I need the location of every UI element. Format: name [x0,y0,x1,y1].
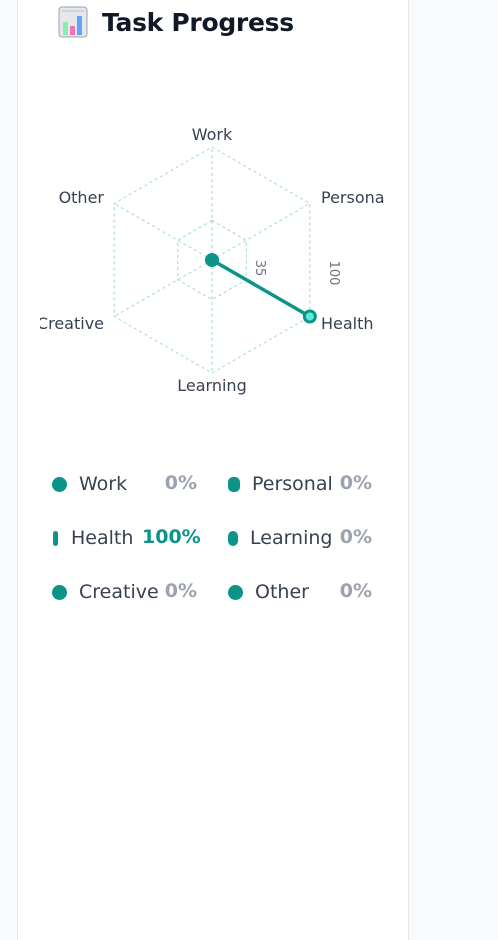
legend-dot [228,530,238,546]
radar-chart: WorkPersonalHealthLearningCreativeOther … [37,125,389,395]
legend-label: Other [255,581,309,603]
legend-item-personal: Personal [228,466,333,502]
legend-label: Health [71,527,134,549]
data-point-center [205,253,219,267]
axis-label-work: Work [192,125,233,144]
legend-label: Personal [252,473,333,495]
legend-item-creative: Creative [52,574,159,610]
legend-label: Learning [250,527,333,549]
legend-percent: 0% [164,472,197,494]
grid-spoke [113,259,213,317]
legend-dot [53,530,58,546]
legend-item-health: Health [52,520,133,556]
legend-dot [228,584,243,600]
radar-tick-labels: 35 100 [252,260,341,286]
legend-item-work: Work [52,466,127,502]
axis-label-learning: Learning [177,376,246,395]
legend-percent: 0% [339,580,372,602]
legend-item-other: Other [228,574,309,610]
grid-spoke [113,203,213,261]
legend-label: Work [79,473,128,495]
legend-percent: 100% [142,526,201,548]
data-point [302,309,317,324]
axis-label-health: Health [321,314,374,333]
axis-label-other: Other [59,188,105,207]
legend-dot [228,476,240,492]
tick-label: 100 [326,261,341,286]
legend-dot [52,476,67,492]
grid-spoke [211,203,311,261]
legend-percent: 0% [339,472,372,494]
legend-item-learning: Learning [228,520,333,556]
legend-label: Creative [79,581,159,603]
tick-label: 35 [252,260,267,277]
legend-percent: 0% [164,580,197,602]
legend-percent: 0% [339,526,372,548]
axis-label-creative: Creative [37,314,104,333]
legend-dot [52,584,67,600]
axis-label-personal: Personal [321,188,389,207]
